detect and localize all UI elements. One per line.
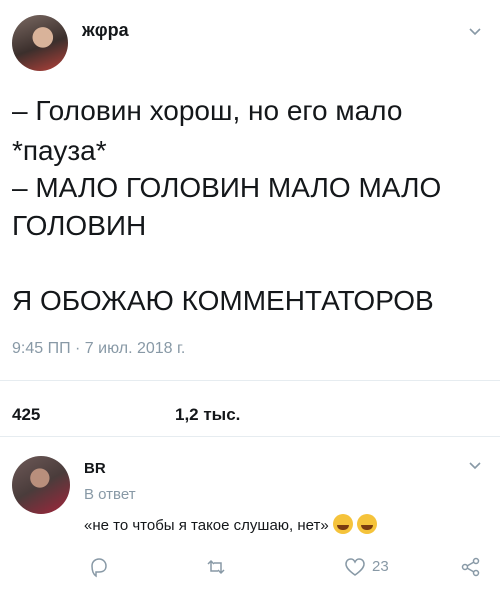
tears-of-joy-emoji-icon [356,514,377,534]
tweet-text-line: – МАЛО ГОЛОВИН МАЛО МАЛО [12,172,442,203]
tweet-text-line: – Головин хорош, но его мало [12,95,403,126]
heart-icon[interactable] [344,556,366,578]
like-count[interactable]: 1,2 тыс. [175,405,240,425]
retweet-count[interactable]: 425 [12,405,40,425]
reply-icon[interactable] [88,556,110,578]
reply-text-content: «не то чтобы я такое слушаю, нет» [84,517,329,534]
share-icon[interactable] [460,556,482,578]
divider [0,380,500,381]
tweet-text-line: Я ОБОЖАЮ КОММЕНТАТОРОВ [12,285,434,316]
author-name[interactable]: жφра [82,20,129,41]
tweet-text-line: *пауза* [12,135,107,166]
tweet-text-line: ГОЛОВИН [12,210,147,241]
reply-author-name[interactable]: BR [84,460,106,477]
retweet-icon[interactable] [205,556,227,578]
chevron-down-icon[interactable] [468,458,482,472]
divider [0,436,500,437]
author-avatar[interactable] [12,15,68,71]
tweet-timestamp: 9:45 ПП · 7 июл. 2018 г. [12,340,186,357]
tears-of-joy-emoji-icon [332,514,353,534]
reply-like-count: 23 [372,558,389,575]
chevron-down-icon[interactable] [468,24,482,38]
reply-text: «не то чтобы я такое слушаю, нет» [84,514,377,534]
reply-avatar[interactable] [12,456,70,514]
reply-to-label: В ответ [84,486,136,503]
